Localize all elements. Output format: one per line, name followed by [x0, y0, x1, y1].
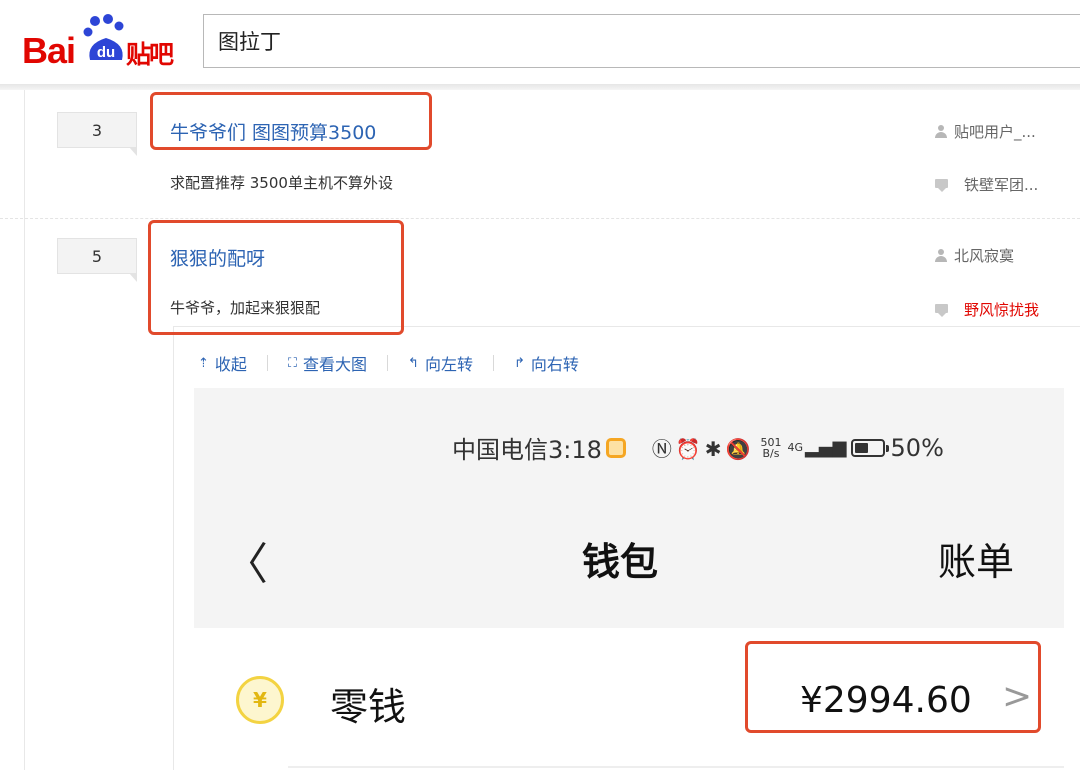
speed-unit: B/s — [762, 446, 780, 460]
collapse-icon: ⇡ — [198, 355, 209, 371]
battery-level: 50% — [890, 433, 944, 462]
network-type: 4G — [787, 441, 803, 454]
phone-status-bar: 中国电信3:18 Ⓝ⏰✱🔕 501 B/s 4G ▂▄▆ 50% — [452, 430, 944, 465]
reply-count: 5 — [91, 246, 103, 266]
collapse-label: 收起 — [214, 355, 247, 374]
baidu-tieba-logo[interactable]: Bai du 贴吧 — [22, 12, 192, 72]
reply-icon — [934, 303, 950, 317]
battery-icon — [850, 438, 889, 457]
notification-icon — [605, 437, 626, 458]
rotate-right-button[interactable]: ↱ 向右转 — [514, 351, 579, 375]
view-large-button[interactable]: ⛶ 查看大图 — [288, 351, 367, 375]
media-left-border — [173, 326, 174, 770]
reply-count-badge: 5 — [57, 238, 137, 282]
rotate-left-label: 向左转 — [424, 355, 473, 374]
expand-icon: ⛶ — [287, 355, 298, 371]
image-toolbar: ⇡ 收起 ⛶ 查看大图 ↰ 向左转 ↱ 向右转 — [198, 350, 579, 376]
status-icons: Ⓝ⏰✱🔕 — [651, 437, 755, 461]
wallet-label: 零钱 — [330, 685, 407, 729]
highlight-box — [148, 220, 404, 335]
search-value: 图拉丁 — [218, 30, 281, 54]
view-large-label: 查看大图 — [303, 355, 368, 374]
toolbar-separator — [492, 355, 494, 371]
last-replier-name: 野风惊扰我 — [964, 301, 1040, 319]
rotate-right-icon: ↱ — [513, 355, 525, 371]
logo-bai-text: Bai — [22, 30, 76, 71]
baidu-paw-icon: du — [83, 14, 124, 61]
user-icon — [934, 248, 948, 263]
author-name: 贴吧用户_... — [954, 123, 1036, 141]
logo-du-text: du — [97, 44, 115, 61]
rotate-right-label: 向右转 — [530, 355, 579, 374]
network-speed: 501 B/s — [760, 437, 781, 459]
reply-count-badge: 3 — [57, 112, 137, 156]
thread-author[interactable]: 北风寂寞 — [934, 245, 1014, 266]
back-icon: 〈 — [224, 539, 268, 590]
last-replier[interactable]: 野风惊扰我 — [934, 299, 1039, 320]
highlight-box — [745, 641, 1041, 733]
rotate-left-button[interactable]: ↰ 向左转 — [408, 351, 473, 375]
last-replier-name: 铁壁军团... — [964, 176, 1039, 194]
yen-symbol: ¥ — [253, 688, 267, 712]
signal-icon: ▂▄▆ — [805, 437, 847, 458]
reply-icon — [934, 178, 950, 192]
author-name: 北风寂寞 — [954, 247, 1015, 265]
thread-abstract: 求配置推荐 3500单主机不算外设 — [170, 174, 393, 192]
phone-page-title: 钱包 — [582, 539, 659, 584]
thread-divider — [0, 218, 1080, 219]
toolbar-separator — [387, 355, 389, 371]
last-replier[interactable]: 铁壁军团... — [934, 174, 1038, 195]
header: Bai du 贴吧 图拉丁 — [0, 0, 1080, 84]
toolbar-separator — [266, 355, 268, 371]
yen-coin-icon: ¥ — [236, 676, 284, 724]
rotate-left-icon: ↰ — [408, 355, 419, 371]
search-input[interactable]: 图拉丁 — [203, 14, 1080, 68]
thread-author[interactable]: 贴吧用户_... — [934, 121, 1036, 142]
logo-tieba-text: 贴吧 — [126, 40, 174, 69]
highlight-box — [150, 92, 432, 150]
left-border — [24, 90, 25, 770]
user-icon — [934, 124, 948, 139]
carrier-time: 中国电信3:18 — [452, 436, 602, 464]
row-divider — [288, 766, 1064, 768]
header-divider — [0, 84, 1080, 90]
collapse-button[interactable]: ⇡ 收起 — [198, 351, 247, 375]
reply-count: 3 — [91, 120, 103, 140]
bill-link: 账单 — [938, 540, 1015, 584]
